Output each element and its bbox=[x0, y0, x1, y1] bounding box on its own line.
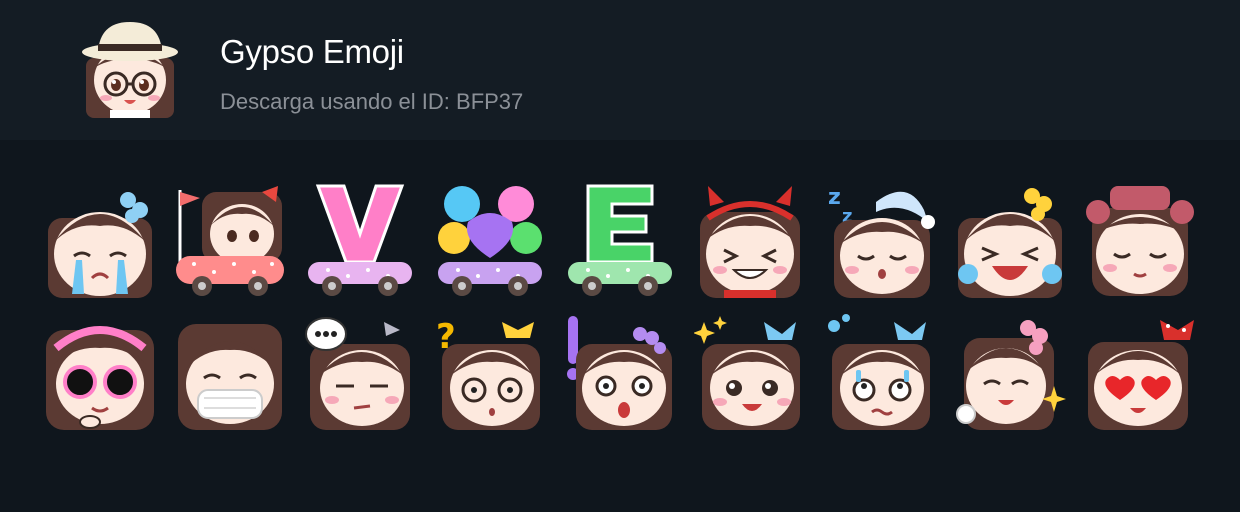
sticker-letter-e-car-icon[interactable] bbox=[564, 182, 676, 298]
sticker-face-mask-girl-icon[interactable] bbox=[174, 314, 286, 430]
sticker-grid: z z ? bbox=[44, 182, 1204, 432]
sticker-nervous-girl-sweat-icon[interactable] bbox=[824, 314, 936, 430]
sticker-sleeping-girl-zzz-icon[interactable]: z z bbox=[824, 182, 936, 298]
pack-download-id: Descarga usando el ID: BFP37 bbox=[220, 89, 524, 114]
sticker-heart-eyes-girl-icon[interactable] bbox=[1084, 314, 1196, 430]
sticker-annoyed-girl-speech-dots-icon[interactable] bbox=[304, 314, 416, 430]
sticker-laughing-girl-tears-icon[interactable] bbox=[954, 182, 1066, 298]
sticker-girl-in-car-with-flag-icon[interactable] bbox=[174, 182, 286, 298]
sticker-hair-rollers-girl-icon[interactable] bbox=[1084, 182, 1196, 298]
svg-text:z: z bbox=[828, 185, 841, 210]
pack-avatar-icon[interactable] bbox=[80, 18, 180, 118]
sticker-heart-balloons-car-icon[interactable] bbox=[434, 182, 546, 298]
pack-title: Gypso Emoji bbox=[220, 33, 404, 70]
sticker-surprised-girl-exclamation-icon[interactable] bbox=[564, 314, 676, 430]
sticker-sunglasses-girl-icon[interactable] bbox=[44, 314, 156, 430]
pack-header: Gypso Emoji Descarga usando el ID: BFP37 bbox=[0, 0, 1240, 140]
sticker-confused-girl-question-icon[interactable]: ? bbox=[434, 314, 546, 430]
sticker-devil-horns-girl-icon[interactable] bbox=[694, 182, 806, 298]
sticker-happy-girl-sparkles-icon[interactable] bbox=[694, 314, 806, 430]
sticker-crying-girl-icon[interactable] bbox=[44, 182, 156, 298]
sticker-smiling-girl-star-icon[interactable] bbox=[954, 314, 1066, 430]
sticker-letter-v-car-icon[interactable] bbox=[304, 182, 416, 298]
